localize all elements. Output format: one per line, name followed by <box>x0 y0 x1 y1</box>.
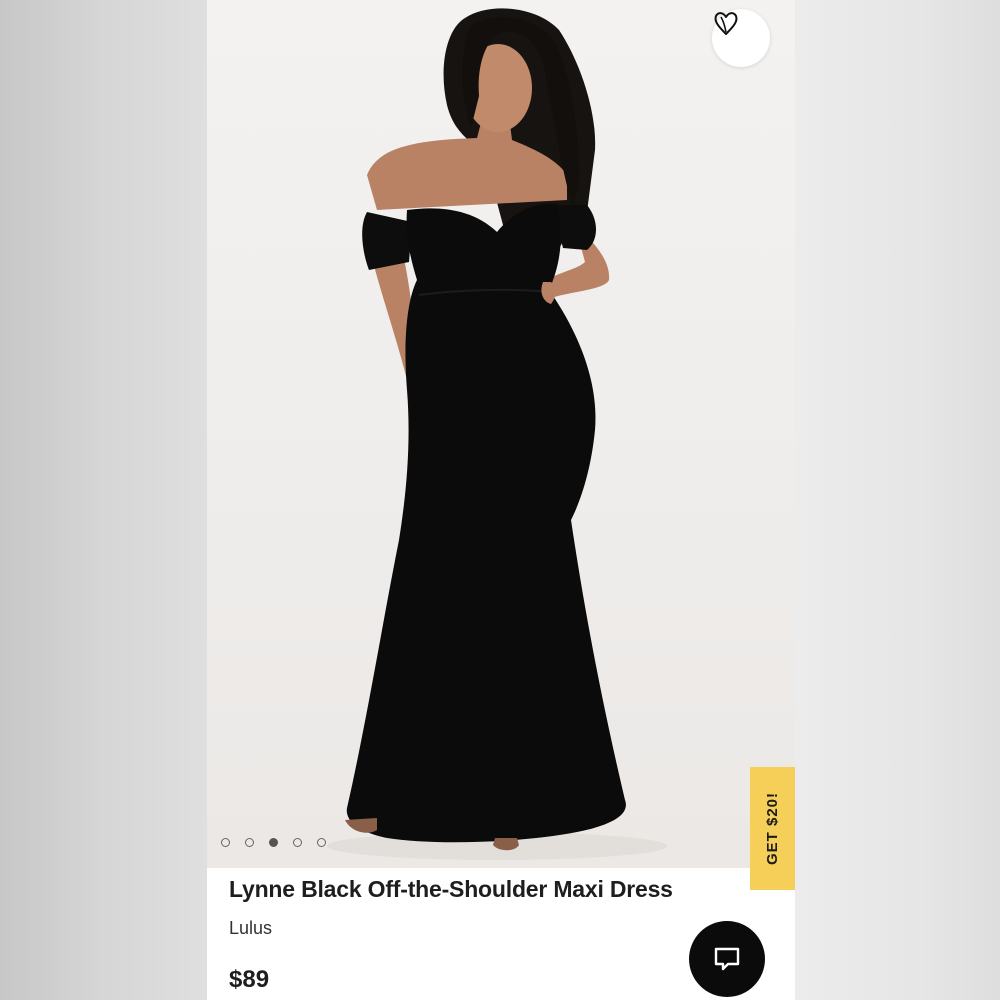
product-title: Lynne Black Off-the-Shoulder Maxi Dress <box>229 876 673 902</box>
chat-bubble-icon <box>714 947 740 971</box>
carousel-dot-2[interactable] <box>245 838 254 847</box>
product-photo[interactable] <box>207 0 795 868</box>
product-price: $89 <box>229 966 270 993</box>
promo-label: GET $20! <box>764 791 781 866</box>
left-backdrop <box>0 0 207 1000</box>
carousel-dot-1[interactable] <box>221 838 230 847</box>
favorite-button[interactable] <box>712 9 770 67</box>
product-screen: GET $20! Lynne Black Off-the-Shoulder Ma… <box>207 0 795 1000</box>
carousel-dot-5[interactable] <box>317 838 326 847</box>
heart-icon <box>714 12 738 35</box>
right-backdrop <box>795 0 1000 1000</box>
model-illustration <box>327 8 667 860</box>
carousel-dot-4[interactable] <box>293 838 302 847</box>
chat-button[interactable] <box>689 921 765 997</box>
product-brand[interactable]: Lulus <box>229 918 272 939</box>
carousel-dot-3-active[interactable] <box>269 838 278 847</box>
carousel-indicators <box>221 838 326 847</box>
promo-tab[interactable]: GET $20! <box>750 767 795 890</box>
